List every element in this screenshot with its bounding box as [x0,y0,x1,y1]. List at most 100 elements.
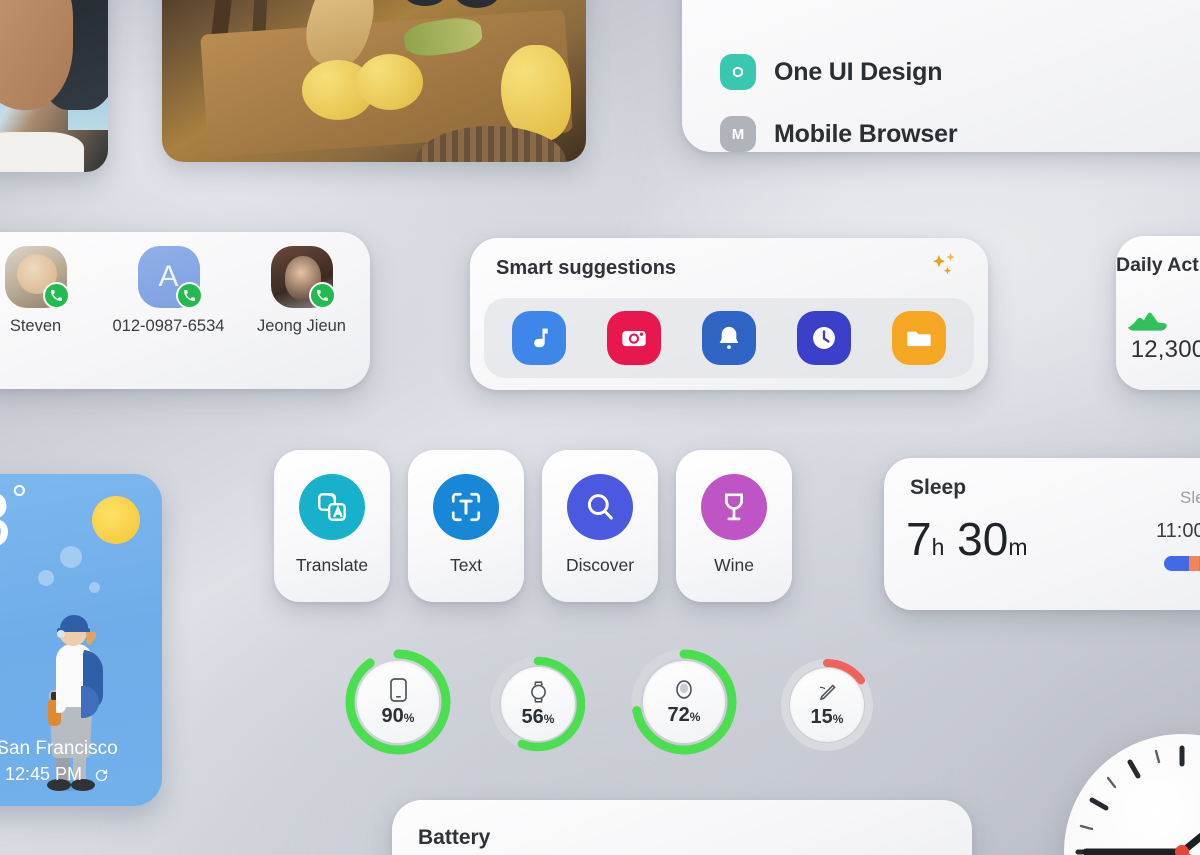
apps-list-card: O One UI Design M Mobile Browser [682,0,1200,152]
photo-bowl [403,0,446,6]
photo-card-person[interactable] [0,0,108,172]
sleep-minutes-unit: m [1008,534,1028,560]
sleep-card: Sleep 7h 30m Sleep 11:00 PM [884,458,1200,610]
photo-bowl [454,0,499,8]
contact-item-number[interactable]: A 012-0987-6534 [111,246,226,336]
contacts-card: Steven A 012-0987-6534 Jeong Jieun [0,232,370,389]
temperature-number: 3 [0,475,11,563]
card-title: Daily Acti [1116,254,1200,276]
sleep-bar-segment [1189,556,1199,571]
sleep-hours-unit: h [931,534,945,560]
app-list-item-mobile-browser[interactable]: M Mobile Browser [720,116,958,152]
app-list-item-label: One UI Design [774,57,943,86]
battery-percent: 56% [522,706,555,729]
bell-icon[interactable] [701,311,756,365]
shortcut-label: Text [449,555,483,575]
sleep-minutes: 30 [957,513,1009,565]
text-scan-icon [433,474,499,540]
step-count: 12,300 [1130,336,1200,363]
temperature-value: 3° [0,480,27,558]
decorative-bubble [38,570,54,586]
phone-call-icon[interactable] [175,282,203,309]
battery-ring-earbuds[interactable]: 72% [630,648,738,756]
battery-percent-value: 56 [521,705,544,728]
weather-city: San Francisco [0,738,162,760]
sun-icon [92,496,140,544]
wine-glass-icon [701,474,767,540]
percent-unit: % [543,711,555,726]
widget-dashboard: O One UI Design M Mobile Browser Steven [0,0,1200,855]
sleep-bar-segment [1164,556,1190,571]
phone-icon [389,677,407,702]
contact-name: Steven [9,317,62,335]
battery-percent: 15% [811,706,844,729]
decorative-bubble [89,582,100,593]
sleep-bedtime: 11:00 PM [1156,520,1200,542]
shortcut-tile-discover[interactable]: Discover [542,450,658,602]
photo-foreground [0,132,84,172]
battery-ring-body: 56% [501,667,575,741]
card-title: Smart suggestions [496,257,677,279]
running-shoe-icon [1126,308,1168,334]
music-note-icon[interactable] [512,311,567,365]
shortcut-label: Translate [295,555,369,575]
weather-widget[interactable]: 3° San Francisco 12:45 PM [0,474,162,806]
app-initial-badge: M [720,116,756,152]
battery-percent: 90% [382,705,415,728]
earbuds-icon [676,679,692,699]
translate-icon [299,474,365,540]
sleep-secondary-label: Sleep [1180,488,1200,507]
app-initial-badge: O [720,54,756,90]
shortcut-tile-translate[interactable]: Translate [274,450,390,602]
shortcut-tile-text[interactable]: Text [408,450,524,602]
decorative-bubble [60,546,82,568]
contact-name: Jeong Jieun [257,317,346,335]
battery-ring-body: 72% [643,661,725,743]
phone-call-icon[interactable] [308,282,336,309]
battery-ring-watch[interactable]: 56% [489,655,587,753]
battery-ring-phone[interactable]: 90% [344,648,452,756]
clock-icon[interactable] [796,311,851,365]
app-list-item-label: Mobile Browser [774,119,958,148]
battery-ring-body: 90% [357,661,439,743]
contact-item-jeong-jieun[interactable]: Jeong Jieun [244,246,359,336]
weather-time-value: 12:45 PM [4,764,83,784]
camera-icon[interactable] [607,311,662,365]
app-list-item-one-ui-design[interactable]: O One UI Design [720,54,942,90]
search-icon [567,474,633,540]
sparkle-icon [926,252,960,284]
degree-symbol: ° [11,478,28,522]
photo-lemon [357,53,424,110]
photo-card-food[interactable] [162,0,586,162]
daily-activity-card: Daily Acti 12,300 [1116,236,1200,390]
spen-icon [819,683,836,700]
folder-icon[interactable] [891,311,946,365]
shortcut-label: Wine [714,555,754,575]
shortcut-tile-wine[interactable]: Wine [676,450,792,602]
sleep-duration: 7h 30m [906,516,1028,562]
percent-unit: % [832,711,844,726]
sleep-stage-bar [1164,556,1200,571]
contact-item-steven[interactable]: Steven [0,246,93,336]
weather-updated-time: 12:45 PM [0,764,162,788]
sleep-hours: 7 [906,513,932,565]
battery-percent: 72% [668,704,701,727]
refresh-icon[interactable] [94,767,109,788]
analog-clock-widget[interactable] [1064,734,1200,855]
smart-suggestions-card: Smart suggestions [470,238,988,390]
battery-ring-body: 15% [790,668,864,742]
watch-icon [530,680,546,703]
percent-unit: % [689,709,701,724]
phone-call-icon[interactable] [42,282,70,309]
clock-face [1075,745,1200,855]
suggestions-tray [484,298,974,378]
card-title: Sleep [910,476,967,499]
battery-ring-spen[interactable]: 15% [779,657,875,753]
contact-name: 012-0987-6534 [112,317,225,335]
percent-unit: % [403,710,415,725]
battery-percent-value: 15 [810,705,833,728]
card-title: Battery [418,826,491,849]
shortcut-label: Discover [565,555,635,575]
battery-percent-value: 72 [667,703,690,726]
battery-percent-value: 90 [381,704,404,727]
